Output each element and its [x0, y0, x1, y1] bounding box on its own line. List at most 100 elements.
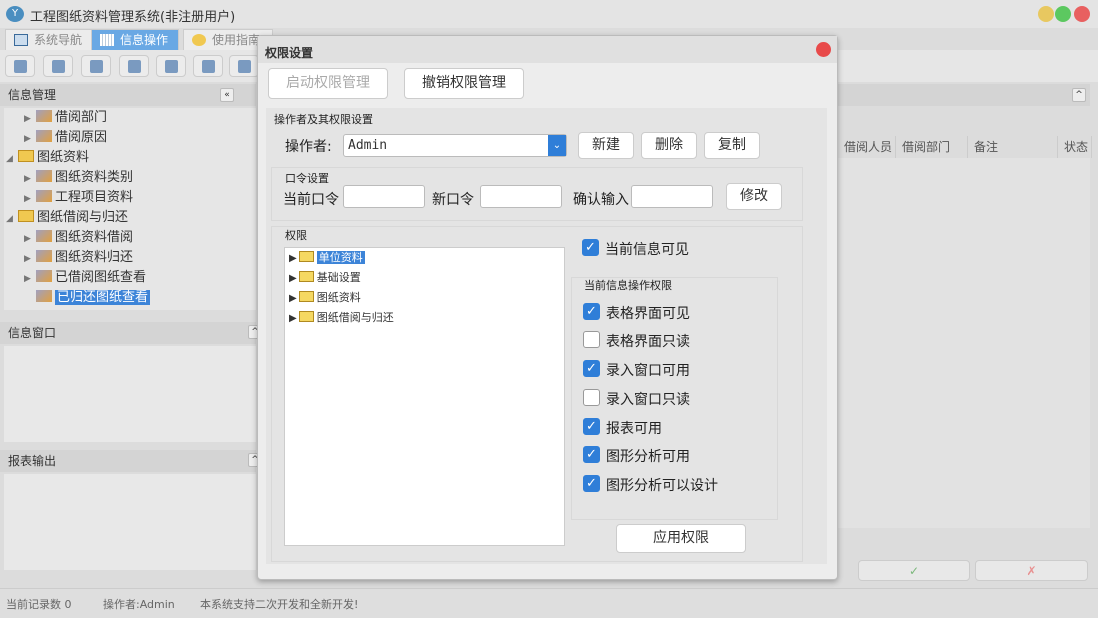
permission-checkbox[interactable]: ✓	[583, 475, 600, 492]
operator-select[interactable]: Admin ⌄	[343, 134, 567, 157]
toolbar-monitor-button[interactable]	[156, 55, 186, 77]
minimize-button[interactable]	[1038, 6, 1054, 22]
wrench-icon	[36, 290, 52, 302]
current-password-input[interactable]	[343, 185, 425, 208]
tree-item[interactable]: ▶ 图纸资料类别	[24, 168, 133, 188]
tree-item[interactable]: ▶ 工程项目资料	[24, 188, 133, 208]
expand-arrow-icon[interactable]: ▶	[24, 109, 36, 129]
tree-item[interactable]: ▶ 已借阅图纸查看	[24, 268, 146, 288]
permission-tree-item[interactable]: ▶ 图纸资料	[289, 289, 361, 307]
column-header[interactable]: 状态	[1058, 136, 1092, 158]
cancel-button[interactable]: ✗	[975, 560, 1088, 581]
collapse-arrow-icon[interactable]: ◢	[6, 149, 18, 169]
permission-tree-item[interactable]: ▶ 基础设置	[289, 269, 361, 287]
enable-permission-button[interactable]: 启动权限管理	[268, 68, 388, 99]
expand-arrow-icon[interactable]: ▶	[289, 293, 297, 304]
app-title: 工程图纸资料管理系统(非注册用户)	[30, 10, 236, 25]
tree-item-label: 已归还图纸查看	[55, 290, 151, 305]
help-icon	[192, 34, 206, 46]
column-header[interactable]: 备注	[968, 136, 1058, 158]
tree-item-label: 工程项目资料	[55, 190, 134, 205]
permission-checkbox[interactable]: ✓	[583, 418, 600, 435]
permission-group-label: 权限	[285, 229, 307, 242]
expand-arrow-icon[interactable]: ▶	[24, 229, 36, 249]
apply-permission-button[interactable]: 应用权限	[616, 524, 746, 553]
expand-arrow-icon[interactable]: ▶	[24, 249, 36, 269]
collapse-main-button[interactable]: ^	[1072, 88, 1086, 102]
new-password-input[interactable]	[480, 185, 562, 208]
collapse-arrow-icon[interactable]: ◢	[6, 209, 18, 229]
toolbar-list-button[interactable]	[43, 55, 73, 77]
tab-info-ops[interactable]: 信息操作	[91, 29, 180, 50]
wrench-icon	[36, 230, 52, 242]
toolbar-user-button[interactable]	[119, 55, 149, 77]
tree-item[interactable]: ▶ 图纸资料归还	[24, 248, 133, 268]
permission-tree: ▶ 单位资料 ▶ 基础设置 ▶ 图纸资料 ▶ 图纸借阅与归还	[284, 247, 565, 546]
folder-icon	[298, 251, 314, 262]
column-header[interactable]: 借阅部门	[896, 136, 968, 158]
expand-arrow-icon[interactable]: ▶	[24, 189, 36, 209]
folder-icon	[298, 291, 314, 302]
toolbar-window-button[interactable]	[229, 55, 259, 77]
visible-checkbox[interactable]: ✓	[582, 239, 599, 256]
expand-arrow-icon[interactable]: ▶	[24, 129, 36, 149]
permission-checkbox[interactable]	[583, 331, 600, 348]
collapse-left-button[interactable]: «	[220, 88, 234, 102]
tree-item-label: 借阅部门	[55, 110, 108, 125]
tree-item[interactable]: ▶ 借阅原因	[24, 128, 107, 148]
tree-item[interactable]: ▶ 借阅部门	[24, 108, 107, 128]
report-output-body	[4, 474, 256, 570]
expand-arrow-icon[interactable]: ▶	[289, 253, 297, 264]
permission-checkbox[interactable]: ✓	[583, 360, 600, 377]
document-icon	[90, 60, 103, 73]
column-label: 状态	[1064, 140, 1089, 154]
modify-password-button[interactable]: 修改	[726, 183, 782, 210]
record-count: 当前记录数 0	[6, 598, 72, 611]
tree-item[interactable]: ▶ 图纸资料借阅	[24, 228, 133, 248]
chevron-down-icon[interactable]: ⌄	[548, 135, 566, 156]
new-password-label: 新口令	[432, 192, 474, 208]
close-window-button[interactable]	[1074, 6, 1090, 22]
toolbar-document-button[interactable]	[81, 55, 111, 77]
panel-title: 报表输出	[8, 454, 57, 468]
maximize-button[interactable]	[1055, 6, 1071, 22]
tree-item[interactable]: ◢ 图纸借阅与归还	[6, 208, 128, 228]
wrench-icon	[36, 170, 52, 182]
tab-system-nav[interactable]: 系统导航	[5, 29, 94, 50]
confirm-password-label: 确认输入	[573, 192, 629, 208]
column-header[interactable]: 借阅人员	[838, 136, 896, 158]
revoke-permission-button[interactable]: 撤销权限管理	[404, 68, 524, 99]
expand-arrow-icon[interactable]: ▶	[24, 269, 36, 289]
dialog-close-button[interactable]	[816, 42, 831, 57]
confirm-password-input[interactable]	[631, 185, 713, 208]
tree-item[interactable]: 已归还图纸查看	[24, 288, 151, 308]
list-icon	[52, 60, 65, 73]
operator-group-label: 操作者及其权限设置	[274, 113, 373, 126]
new-button[interactable]: 新建	[578, 132, 634, 159]
expand-arrow-icon[interactable]: ▶	[24, 169, 36, 189]
copy-button[interactable]: 复制	[704, 132, 760, 159]
tree-item[interactable]: ◢ 图纸资料	[6, 148, 89, 168]
tree-item-label: 图纸资料类别	[55, 170, 134, 185]
tab-label: 系统导航	[34, 33, 83, 47]
column-label: 备注	[974, 140, 999, 154]
toolbar-search-button[interactable]	[5, 55, 35, 77]
permission-tree-item[interactable]: ▶ 单位资料	[289, 249, 365, 267]
expand-arrow-icon[interactable]: ▶	[289, 273, 297, 284]
expand-arrow-icon[interactable]: ▶	[289, 313, 297, 324]
wrench-icon	[36, 110, 52, 122]
folder-icon	[298, 271, 314, 282]
delete-button[interactable]: 删除	[641, 132, 697, 159]
permission-checkbox[interactable]: ✓	[583, 446, 600, 463]
dialog-title: 权限设置	[258, 36, 837, 63]
permission-tree-label: 单位资料	[316, 251, 365, 264]
toolbar-export-button[interactable]	[193, 55, 223, 77]
permission-checkbox[interactable]: ✓	[583, 303, 600, 320]
permission-tree-item[interactable]: ▶ 图纸借阅与归还	[289, 309, 394, 327]
permission-checkbox[interactable]	[583, 389, 600, 406]
confirm-button[interactable]: ✓	[858, 560, 970, 581]
data-grid	[838, 158, 1090, 528]
wrench-icon	[36, 190, 52, 202]
tab-label: 信息操作	[120, 33, 169, 47]
permission-checkbox-label: 报表可用	[606, 421, 662, 437]
